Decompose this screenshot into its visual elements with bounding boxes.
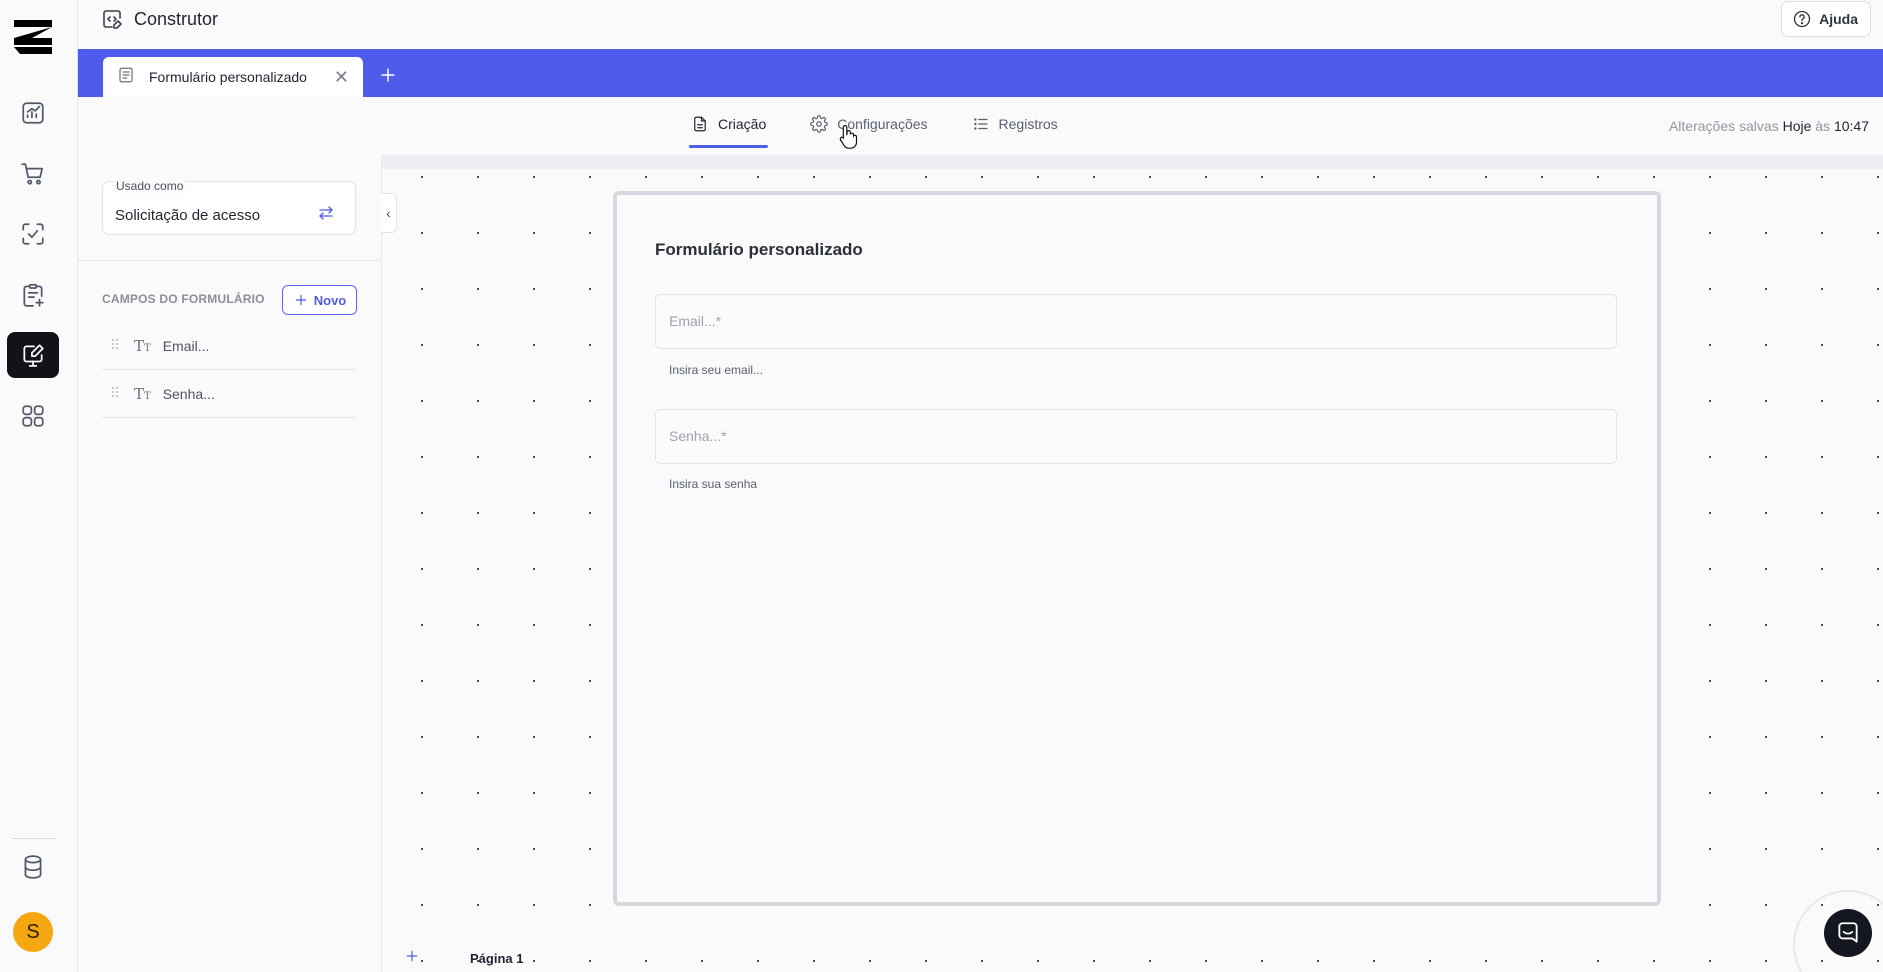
- new-field-button[interactable]: Novo: [282, 285, 357, 315]
- form-preview-card: Formulário personalizado Email...* Insir…: [613, 191, 1661, 906]
- document-tab[interactable]: Formulário personalizado ✕: [103, 57, 363, 97]
- view-bar: Criação Configurações Registros Alteraçõ…: [78, 97, 1883, 155]
- app-root: S Construtor Ajuda Formulário personaliz…: [0, 0, 1883, 972]
- tab-registros-label: Registros: [998, 116, 1058, 132]
- password-field[interactable]: Senha...*: [655, 409, 1617, 464]
- chat-icon: [1838, 922, 1858, 943]
- text-type-icon: TT: [134, 384, 151, 403]
- save-status-sep: às: [1815, 118, 1831, 134]
- database-icon: [24, 855, 42, 879]
- close-icon[interactable]: ✕: [334, 67, 349, 88]
- form-fields-heading: CAMPOS DO FORMULÁRIO: [102, 292, 265, 306]
- help-label: Ajuda: [1819, 11, 1858, 27]
- nav-scan[interactable]: [7, 211, 59, 257]
- page-tab[interactable]: Página 1: [470, 951, 523, 966]
- collapse-panel-button[interactable]: ‹: [381, 193, 397, 233]
- plus-icon: [406, 950, 418, 962]
- save-status-day: Hoje: [1782, 118, 1812, 134]
- email-field[interactable]: Email...*: [655, 294, 1617, 349]
- usage-value: Solicitação de acesso: [115, 207, 261, 224]
- tab-configuracoes[interactable]: Configurações: [808, 97, 929, 151]
- tab-criacao[interactable]: Criação: [689, 97, 769, 151]
- dashboard-chart-icon: [22, 102, 44, 124]
- user-avatar[interactable]: S: [13, 912, 53, 952]
- list-icon: [973, 118, 988, 130]
- help-button[interactable]: Ajuda: [1781, 1, 1871, 37]
- nav-dashboard[interactable]: [7, 90, 59, 136]
- apps-grid-icon: [22, 405, 44, 427]
- text-type-icon: TT: [134, 336, 151, 355]
- plus-icon: [381, 68, 395, 82]
- nav-records[interactable]: [7, 272, 59, 318]
- nav-form-builder[interactable]: [7, 332, 59, 378]
- field-item[interactable]: ⠿ TT Senha...: [102, 370, 356, 418]
- usage-label: Usado como: [114, 179, 186, 193]
- fields-panel: Usado como Solicitação de acesso CAMPOS …: [78, 155, 382, 972]
- help-circle-icon: [1793, 10, 1811, 28]
- page-title-group: Construtor: [100, 7, 218, 31]
- view-tabs: Criação Configurações Registros: [689, 97, 1100, 151]
- scan-check-icon: [22, 223, 44, 245]
- nav-store[interactable]: [7, 151, 59, 197]
- save-status-prefix: Alterações salvas: [1668, 118, 1779, 134]
- top-header: Construtor Ajuda: [78, 0, 1883, 49]
- form-builder-icon: [23, 344, 44, 367]
- plus-icon: [295, 294, 307, 306]
- email-helper-text: Insira seu email...: [669, 363, 764, 377]
- tab-registros[interactable]: Registros: [970, 97, 1060, 151]
- chevron-left-icon: ‹: [386, 205, 391, 221]
- field-item[interactable]: ⠿ TT Email...: [102, 322, 356, 370]
- canvas-top-band: [382, 155, 1883, 169]
- drag-handle-icon[interactable]: ⠿: [110, 385, 122, 402]
- page-title: Construtor: [134, 8, 219, 29]
- form-doc-icon: [117, 66, 135, 89]
- nav-apps[interactable]: [7, 393, 59, 439]
- chat-button[interactable]: [1824, 909, 1872, 957]
- gear-icon: [810, 115, 829, 133]
- password-helper-text: Insira sua senha: [669, 477, 758, 491]
- rail-divider: [12, 838, 56, 839]
- form-title: Formulário personalizado: [655, 240, 863, 259]
- left-rail: S: [0, 0, 78, 972]
- save-status-time: 10:47: [1833, 118, 1869, 134]
- document-tab-label: Formulário personalizado: [149, 69, 307, 85]
- swap-arrows-icon[interactable]: [317, 204, 335, 222]
- document-icon: [694, 116, 706, 132]
- cart-icon: [21, 163, 44, 185]
- usage-select[interactable]: Usado como Solicitação de acesso: [102, 179, 356, 235]
- document-tabstrip: Formulário personalizado ✕: [78, 49, 1883, 97]
- clipboard-add-icon: [23, 283, 44, 307]
- email-placeholder: Email...*: [669, 313, 722, 329]
- nav-database[interactable]: [7, 844, 59, 890]
- new-field-label: Novo: [313, 292, 347, 308]
- save-status: Alterações salvas Hoje às 10:47: [1669, 118, 1869, 134]
- add-tab-button[interactable]: [375, 62, 401, 88]
- password-placeholder: Senha...*: [669, 428, 727, 444]
- builder-code-icon: [103, 10, 122, 29]
- panel-divider: [78, 260, 381, 261]
- tab-criacao-label: Criação: [718, 116, 767, 132]
- field-name: Senha...: [162, 385, 215, 402]
- add-page-button[interactable]: [404, 948, 420, 969]
- app-logo-icon[interactable]: [12, 16, 54, 58]
- hand-cursor-icon: [839, 124, 858, 149]
- field-name: Email...: [162, 337, 210, 354]
- drag-handle-icon[interactable]: ⠿: [110, 337, 122, 354]
